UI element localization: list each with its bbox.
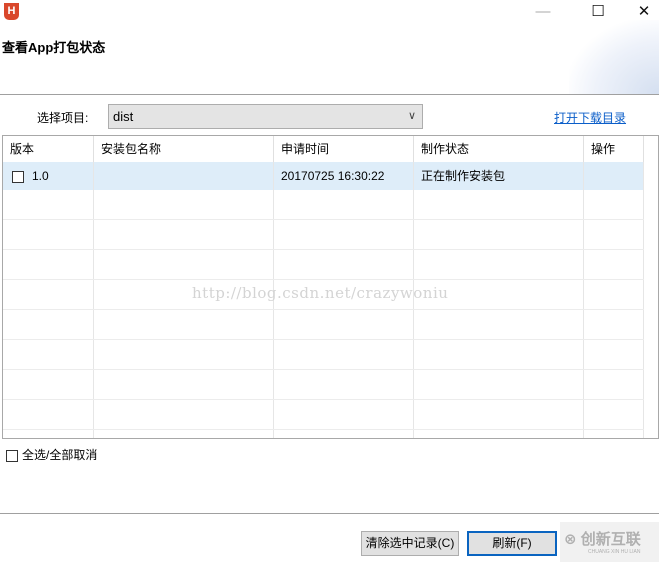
- empty-cell: [274, 250, 414, 279]
- project-label: 选择项目:: [37, 111, 89, 125]
- empty-row: [3, 400, 644, 430]
- empty-cell: [94, 430, 274, 438]
- empty-cell: [274, 400, 414, 429]
- project-select-value: dist: [113, 109, 134, 124]
- empty-row: [3, 250, 644, 280]
- empty-cell: [94, 220, 274, 249]
- empty-cell: [414, 190, 584, 219]
- column-header-action[interactable]: 操作: [584, 136, 644, 162]
- divider: [0, 94, 659, 95]
- column-header-version[interactable]: 版本: [3, 136, 94, 162]
- page-title: 查看App打包状态: [2, 40, 106, 55]
- project-select[interactable]: dist ∨: [108, 104, 423, 129]
- empty-cell: [584, 430, 644, 438]
- empty-cell: [274, 190, 414, 219]
- table-header: 版本 安装包名称 申请时间 制作状态 操作: [3, 136, 644, 162]
- empty-cell: [584, 220, 644, 249]
- empty-cell: [3, 190, 94, 219]
- empty-cell: [584, 250, 644, 279]
- column-header-request-time[interactable]: 申请时间: [274, 136, 414, 162]
- empty-cell: [414, 370, 584, 399]
- empty-cell: [584, 190, 644, 219]
- empty-cell: [274, 370, 414, 399]
- empty-cell: [274, 310, 414, 339]
- minimize-button[interactable]: —: [520, 0, 566, 24]
- empty-cell: [3, 370, 94, 399]
- empty-cell: [3, 310, 94, 339]
- select-all-label: 全选/全部取消: [22, 448, 98, 462]
- empty-row: [3, 190, 644, 220]
- row-request-time: 20170725 16:30:22: [274, 162, 414, 190]
- empty-cell: [3, 250, 94, 279]
- row-checkbox[interactable]: [12, 170, 24, 183]
- checkbox-icon: [6, 449, 18, 462]
- row-action: [584, 162, 644, 190]
- divider: [0, 513, 659, 514]
- empty-cell: [3, 340, 94, 369]
- empty-cell: [3, 400, 94, 429]
- empty-cell: [584, 340, 644, 369]
- empty-cell: [414, 430, 584, 438]
- empty-row: [3, 310, 644, 340]
- brand-logo: ⊗ 创新互联 CHUANG XIN HU LIAN: [560, 522, 659, 562]
- refresh-button[interactable]: 刷新(F): [467, 531, 557, 556]
- empty-cell: [584, 400, 644, 429]
- empty-row: [3, 220, 644, 250]
- empty-cell: [3, 430, 94, 438]
- app-icon: H: [4, 3, 19, 20]
- empty-cell: [414, 310, 584, 339]
- table-row[interactable]: 1.0 20170725 16:30:22 正在制作安装包: [3, 162, 644, 190]
- select-all-checkbox[interactable]: 全选/全部取消: [6, 446, 97, 463]
- empty-cell: [94, 190, 274, 219]
- watermark: http://blog.csdn.net/crazywoniu: [192, 284, 449, 302]
- empty-cell: [3, 220, 94, 249]
- empty-cell: [94, 400, 274, 429]
- column-header-package-name[interactable]: 安装包名称: [94, 136, 274, 162]
- empty-cell: [414, 400, 584, 429]
- empty-cell: [414, 250, 584, 279]
- empty-cell: [414, 220, 584, 249]
- row-status: 正在制作安装包: [414, 162, 584, 190]
- empty-cell: [274, 430, 414, 438]
- empty-cell: [274, 220, 414, 249]
- row-version: 1.0: [32, 169, 49, 183]
- empty-cell: [584, 370, 644, 399]
- empty-cell: [94, 250, 274, 279]
- header-decoration: [569, 20, 659, 95]
- empty-cell: [414, 340, 584, 369]
- column-header-status[interactable]: 制作状态: [414, 136, 584, 162]
- empty-row: [3, 340, 644, 370]
- empty-cell: [94, 370, 274, 399]
- clear-selected-button[interactable]: 清除选中记录(C): [361, 531, 459, 556]
- empty-cell: [274, 340, 414, 369]
- empty-cell: [94, 310, 274, 339]
- open-download-dir-link[interactable]: 打开下载目录: [554, 109, 626, 126]
- chevron-down-icon: ∨: [407, 110, 416, 122]
- empty-row: [3, 430, 644, 438]
- empty-cell: [3, 280, 94, 309]
- empty-cell: [94, 340, 274, 369]
- empty-cell: [584, 280, 644, 309]
- empty-row: [3, 370, 644, 400]
- empty-cell: [584, 310, 644, 339]
- row-package-name: [94, 162, 274, 190]
